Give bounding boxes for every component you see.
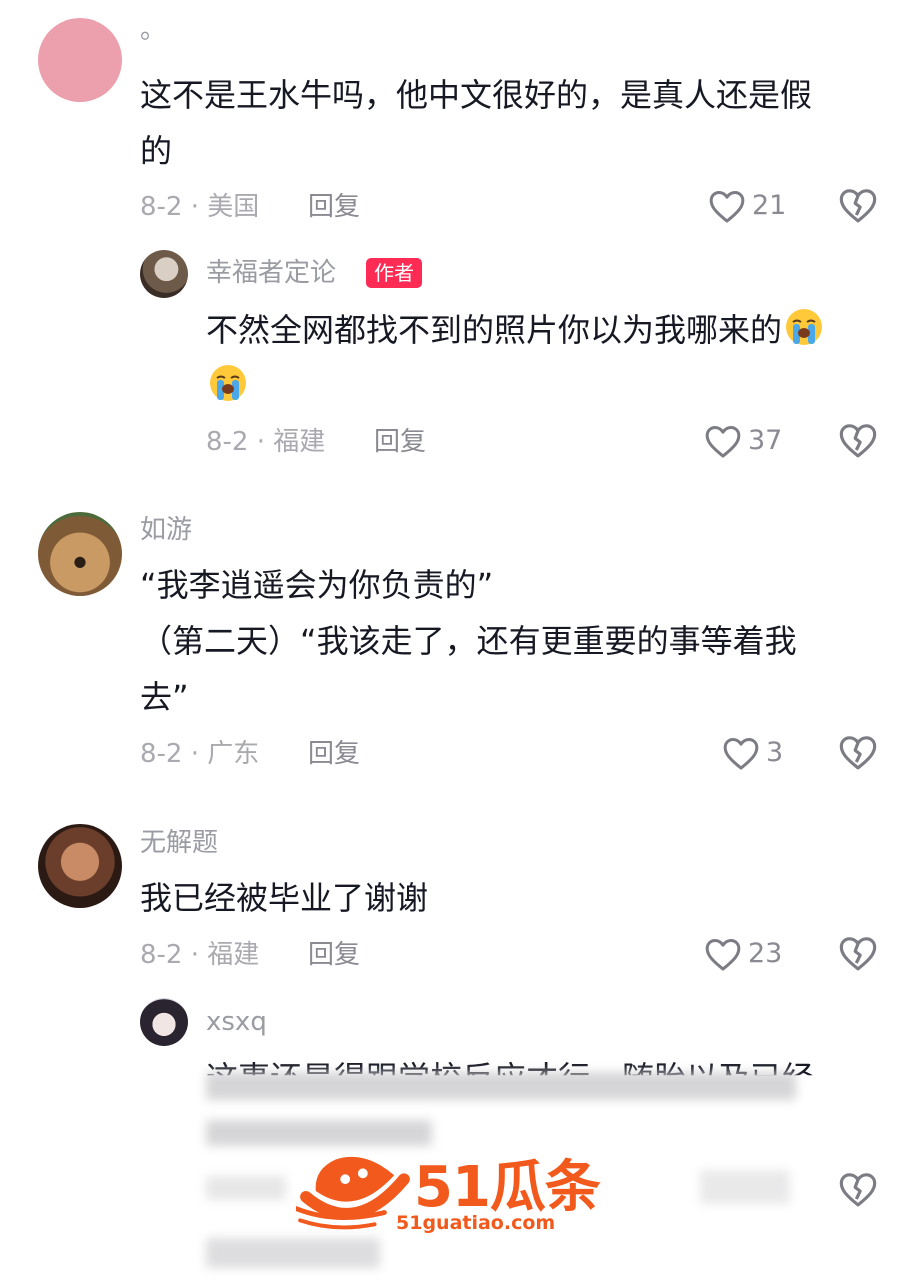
redacted-meta bbox=[206, 1176, 286, 1200]
like-button[interactable]: 23 bbox=[704, 934, 782, 974]
avatar[interactable] bbox=[38, 824, 122, 908]
comment-text-line: 的 bbox=[140, 132, 173, 170]
comment-text-line: 去” bbox=[140, 678, 189, 716]
avatar[interactable] bbox=[140, 998, 188, 1046]
reply-username[interactable]: 幸福者定论 bbox=[206, 257, 336, 289]
watermark: 51瓜条 51guatiao.com bbox=[296, 1140, 626, 1240]
watermark-url: 51guatiao.com bbox=[396, 1212, 556, 1234]
reply-text: 不然全网都找不到的照片你以为我哪来的 bbox=[206, 311, 783, 349]
comment-text-line: 我已经被毕业了谢谢 bbox=[140, 879, 429, 917]
comment-meta: 8-2 · 福建 bbox=[140, 940, 260, 970]
avatar[interactable] bbox=[38, 18, 122, 102]
like-button[interactable]: 37 bbox=[704, 421, 782, 461]
author-badge: 作者 bbox=[366, 258, 422, 288]
like-button[interactable]: 21 bbox=[708, 186, 786, 226]
avatar[interactable] bbox=[140, 250, 188, 298]
loudly-crying-face-emoji bbox=[210, 365, 246, 401]
heart-outline-icon bbox=[705, 939, 741, 971]
like-button[interactable]: 3 bbox=[722, 733, 783, 773]
broken-heart-icon[interactable] bbox=[838, 934, 878, 972]
heart-outline-icon bbox=[723, 738, 759, 770]
comment-meta: 8-2 · 广东 bbox=[140, 739, 260, 769]
broken-heart-icon[interactable] bbox=[838, 1170, 878, 1208]
like-count: 21 bbox=[752, 190, 787, 221]
reply-text-line bbox=[206, 358, 250, 414]
broken-heart-icon[interactable] bbox=[838, 421, 878, 459]
reply-button[interactable]: 回复 bbox=[374, 425, 426, 459]
reply-button[interactable]: 回复 bbox=[308, 737, 360, 771]
redacted-text bbox=[206, 1072, 796, 1100]
reply-button[interactable]: 回复 bbox=[308, 938, 360, 972]
broken-heart-icon[interactable] bbox=[838, 733, 878, 771]
reply-username[interactable]: xsxq bbox=[206, 1006, 267, 1038]
comment-username[interactable]: 。 bbox=[140, 14, 166, 46]
redacted-text bbox=[206, 1238, 380, 1268]
loudly-crying-face-emoji bbox=[786, 309, 823, 345]
heart-outline-icon bbox=[705, 426, 741, 458]
comment-text-line: 这不是王水牛吗，他中文很好的，是真人还是假 bbox=[140, 76, 813, 114]
like-count: 23 bbox=[748, 938, 783, 969]
comment-text-line: （第二天）“我该走了，还有更重要的事等着我 bbox=[140, 622, 797, 660]
broken-heart-icon[interactable] bbox=[838, 186, 878, 224]
like-count: 37 bbox=[748, 425, 783, 456]
watermark-brand: 51瓜条 bbox=[414, 1155, 601, 1220]
heart-outline-icon bbox=[709, 191, 745, 223]
redacted-like bbox=[700, 1170, 790, 1204]
like-count: 3 bbox=[766, 737, 784, 768]
reply-meta: 8-2 · 福建 bbox=[206, 427, 326, 457]
comment-username[interactable]: 无解题 bbox=[140, 827, 218, 859]
reply-text-line: 不然全网都找不到的照片你以为我哪来的 bbox=[206, 302, 826, 358]
comment-text-line: “我李逍遥会为你负责的” bbox=[140, 566, 494, 604]
comment-meta: 8-2 · 美国 bbox=[140, 192, 260, 222]
avatar[interactable] bbox=[38, 512, 122, 596]
comment-username[interactable]: 如游 bbox=[140, 514, 192, 546]
reply-button[interactable]: 回复 bbox=[308, 190, 360, 224]
